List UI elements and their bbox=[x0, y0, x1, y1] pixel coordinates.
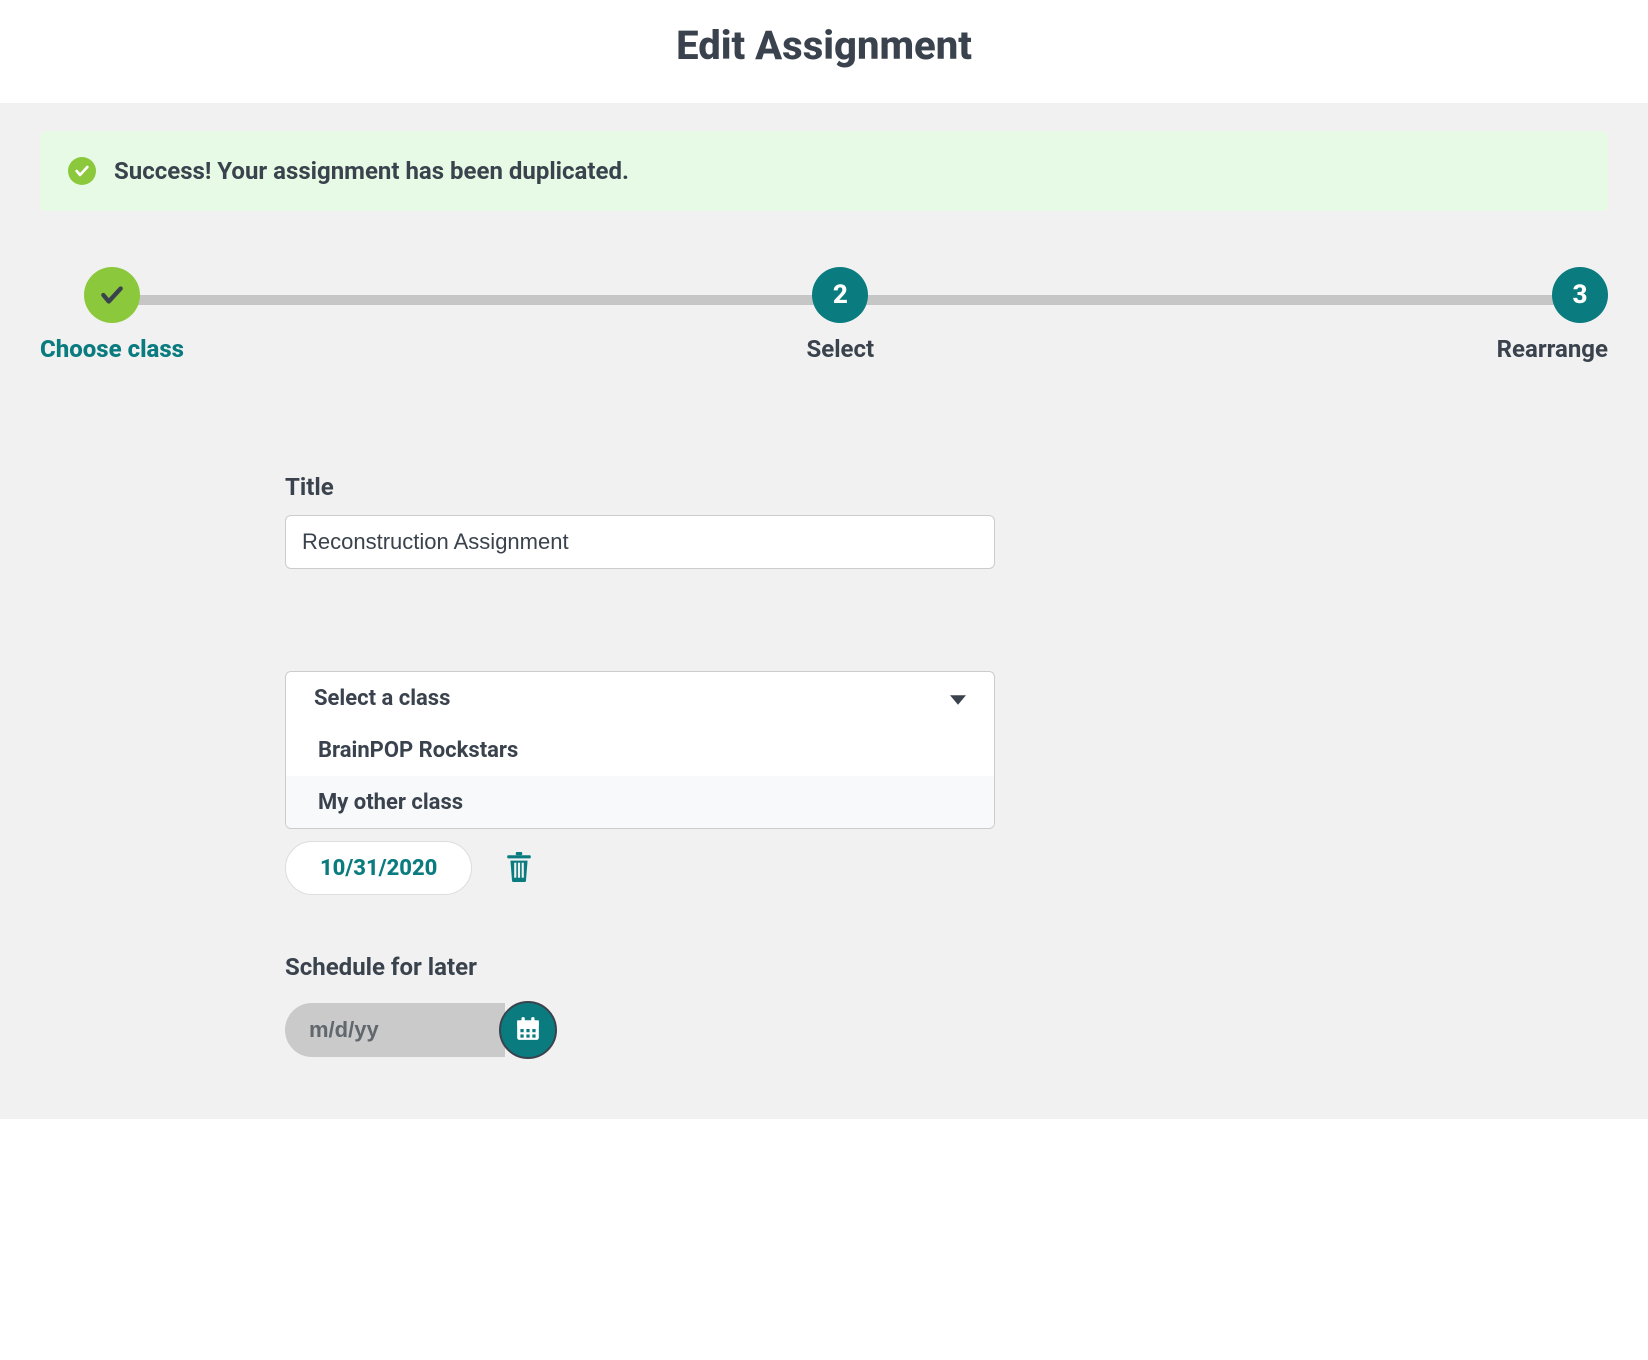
class-option-1[interactable]: My other class bbox=[286, 776, 994, 828]
delete-due-date-button[interactable] bbox=[500, 846, 538, 891]
step-2-label: Select bbox=[806, 335, 874, 363]
success-check-icon bbox=[68, 157, 96, 185]
calendar-icon bbox=[515, 1016, 541, 1045]
step-2-circle: 2 bbox=[812, 267, 868, 323]
page-title: Edit Assignment bbox=[0, 22, 1648, 69]
schedule-date-input[interactable] bbox=[285, 1003, 505, 1057]
title-input[interactable] bbox=[285, 515, 995, 569]
step-1-label: Choose class bbox=[40, 335, 184, 363]
step-3[interactable]: 3 Rearrange bbox=[1497, 267, 1608, 363]
step-2[interactable]: 2 Select bbox=[800, 267, 880, 363]
main-panel: Success! Your assignment has been duplic… bbox=[0, 103, 1648, 1119]
chevron-down-icon bbox=[950, 686, 966, 711]
page-header: Edit Assignment bbox=[0, 0, 1648, 103]
schedule-row bbox=[285, 1001, 1005, 1059]
class-select-placeholder: Select a class bbox=[314, 686, 450, 711]
step-3-label: Rearrange bbox=[1497, 335, 1608, 363]
due-date-row: 10/31/2020 bbox=[285, 841, 1005, 895]
step-1[interactable]: Choose class bbox=[40, 267, 184, 363]
form: Title Select a class BrainPOP Rockstars … bbox=[285, 473, 1005, 1059]
class-option-0[interactable]: BrainPOP Rockstars bbox=[286, 724, 994, 776]
schedule-label: Schedule for later bbox=[285, 953, 1005, 981]
open-calendar-button[interactable] bbox=[499, 1001, 557, 1059]
class-select[interactable]: Select a class BrainPOP Rockstars My oth… bbox=[285, 671, 995, 829]
step-1-circle bbox=[84, 267, 140, 323]
step-3-circle: 3 bbox=[1552, 267, 1608, 323]
stepper: Choose class 2 Select 3 Rearrange bbox=[40, 267, 1608, 363]
success-alert-text: Success! Your assignment has been duplic… bbox=[114, 157, 629, 185]
trash-icon bbox=[506, 870, 532, 885]
success-alert: Success! Your assignment has been duplic… bbox=[40, 131, 1608, 211]
class-select-header[interactable]: Select a class bbox=[286, 672, 994, 724]
due-date-chip[interactable]: 10/31/2020 bbox=[285, 841, 472, 895]
schedule-block: Schedule for later bbox=[285, 953, 1005, 1059]
title-label: Title bbox=[285, 473, 1005, 501]
